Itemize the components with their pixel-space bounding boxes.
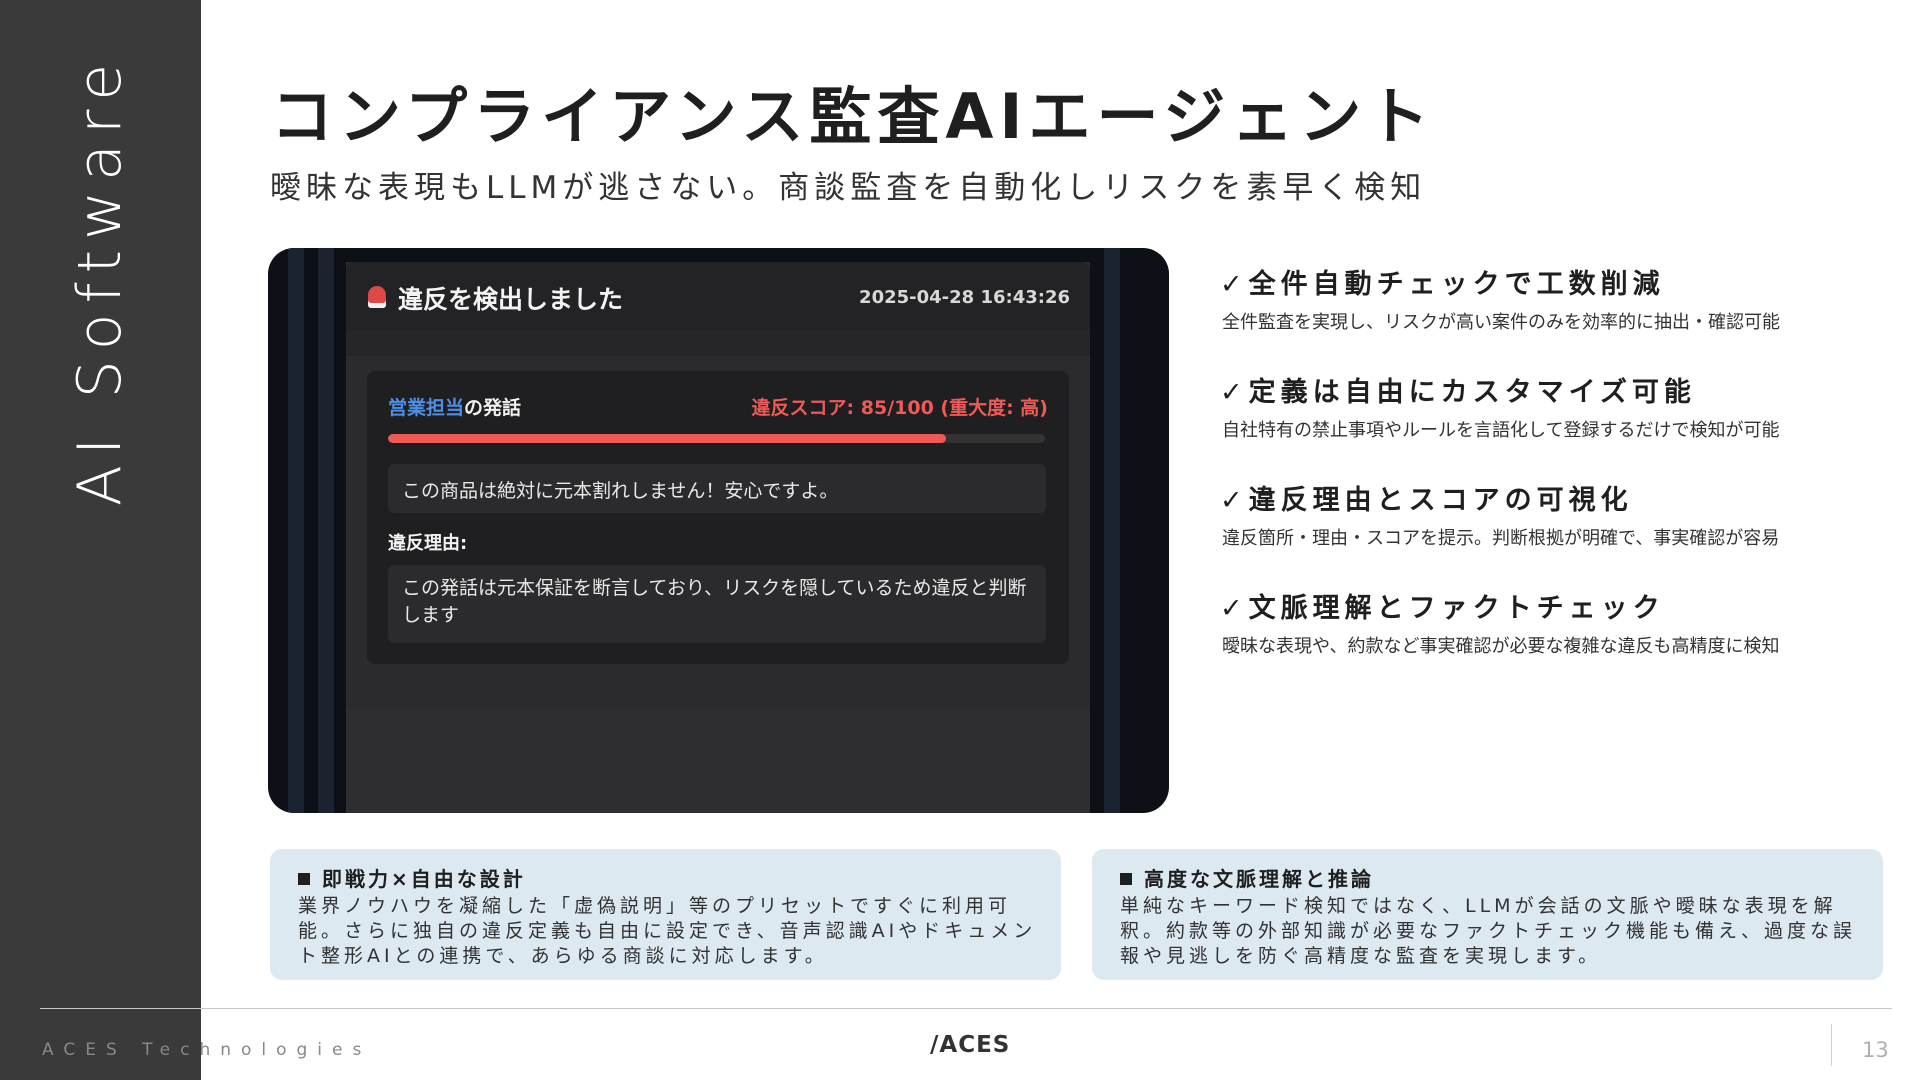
feature-desc: 自社特有の禁止事項やルールを言語化して登録するだけで検知が可能 — [1222, 420, 1780, 441]
feature-title: ✓ 違反理由とスコアの可視化 — [1220, 485, 1633, 516]
violation-card: 営業担当の発話 違反スコア: 85/100 (重大度: 高) この商品は絶対に元… — [367, 371, 1069, 664]
feature-title: ✓ 文脈理解とファクトチェック — [1220, 593, 1665, 624]
alert-band — [346, 330, 1090, 356]
info-box-text: 単純なキーワード検知ではなく、LLMが会話の文脈や曖昧な表現を解釈。約款等の外部… — [1120, 895, 1857, 967]
sidebar: AI Software — [0, 0, 201, 1080]
panel-footer — [346, 709, 1090, 813]
page-subtitle: 曖昧な表現もLLMが逃さない。商談監査を自動化しリスクを素早く検知 — [270, 170, 1427, 206]
feature-title: ✓ 定義は自由にカスタマイズ可能 — [1220, 377, 1696, 408]
violation-score: 違反スコア: 85/100 (重大度: 高) — [751, 397, 1048, 419]
feature-list: ✓ 全件自動チェックで工数削減 全件監査を実現し、リスクが高い案件のみを効率的に抽… — [1220, 262, 1860, 694]
alert-title: 違反を検出しました — [398, 285, 624, 314]
aces-logo: /ACES — [930, 1032, 1011, 1058]
alert-timestamp: 2025-04-28 16:43:26 — [859, 287, 1070, 308]
feature-desc: 曖昧な表現や、約款など事実確認が必要な複雑な違反も高精度に検知 — [1222, 636, 1780, 657]
info-box-reasoning: 高度な文脈理解と推論 単純なキーワード検知ではなく、LLMが会話の文脈や曖昧な表… — [1092, 849, 1883, 980]
footer-divider-line — [40, 1008, 1892, 1009]
info-box-title: 高度な文脈理解と推論 — [1120, 863, 1374, 892]
app-mockup: 違反を検出しました 2025-04-28 16:43:26 営業担当の発話 違反… — [268, 248, 1169, 813]
feature-title: ✓ 全件自動チェックで工数削減 — [1220, 269, 1665, 300]
info-box-title: 即戦力×自由な設計 — [298, 863, 526, 892]
speaker-suffix: の発話 — [464, 397, 522, 419]
score-bar — [388, 434, 1045, 443]
alert-header: 違反を検出しました 2025-04-28 16:43:26 — [346, 262, 1090, 330]
feature-desc: 全件監査を実現し、リスクが高い案件のみを効率的に抽出・確認可能 — [1222, 312, 1780, 333]
page-number: 13 — [1862, 1038, 1889, 1062]
page-title: コンプライアンス監査AIエージェント — [271, 80, 1436, 153]
alert-panel: 違反を検出しました 2025-04-28 16:43:26 営業担当の発話 違反… — [346, 262, 1090, 813]
reason-box: この発話は元本保証を断言しており、リスクを隠しているため違反と判断します — [388, 565, 1046, 643]
check-icon: ✓ — [1220, 377, 1243, 408]
score-bar-fill — [388, 434, 947, 443]
check-icon: ✓ — [1220, 269, 1243, 300]
sidebar-label: AI Software — [65, 53, 135, 507]
footer-vertical-divider — [1831, 1024, 1832, 1066]
siren-icon — [368, 286, 386, 308]
mockup-stripe-left-inner — [318, 248, 334, 813]
speaker-role: 営業担当 — [388, 397, 465, 419]
feature-item: ✓ 違反理由とスコアの可視化 違反箇所・理由・スコアを提示。判断根拠が明確で、事実… — [1220, 478, 1860, 586]
square-bullet-icon — [298, 873, 310, 885]
square-bullet-icon — [1120, 873, 1132, 885]
reason-label: 違反理由: — [388, 533, 468, 554]
utterance-box: この商品は絶対に元本割れしません！安心ですよ。 — [388, 464, 1046, 513]
speaker-label: 営業担当の発話 — [388, 393, 521, 420]
mockup-stripe-left — [288, 248, 304, 813]
check-icon: ✓ — [1220, 485, 1243, 516]
feature-item: ✓ 定義は自由にカスタマイズ可能 自社特有の禁止事項やルールを言語化して登録するだ… — [1220, 370, 1860, 478]
utterance-text: この商品は絶対に元本割れしません！安心ですよ。 — [402, 480, 839, 502]
footer-company: ACES Technologies — [42, 1040, 372, 1060]
reason-text: この発話は元本保証を断言しており、リスクを隠しているため違反と判断します — [402, 577, 1027, 626]
check-icon: ✓ — [1220, 593, 1243, 624]
feature-item: ✓ 文脈理解とファクトチェック 曖昧な表現や、約款など事実確認が必要な複雑な違反も… — [1220, 586, 1860, 694]
feature-desc: 違反箇所・理由・スコアを提示。判断根拠が明確で、事実確認が容易 — [1222, 528, 1780, 549]
mockup-stripe-right — [1104, 248, 1120, 813]
info-box-ready: 即戦力×自由な設計 業界ノウハウを凝縮した「虚偽説明」等のプリセットですぐに利用… — [270, 849, 1061, 980]
info-box-text: 業界ノウハウを凝縮した「虚偽説明」等のプリセットですぐに利用可能。さらに独自の違… — [298, 895, 1037, 967]
feature-item: ✓ 全件自動チェックで工数削減 全件監査を実現し、リスクが高い案件のみを効率的に抽… — [1220, 262, 1860, 370]
